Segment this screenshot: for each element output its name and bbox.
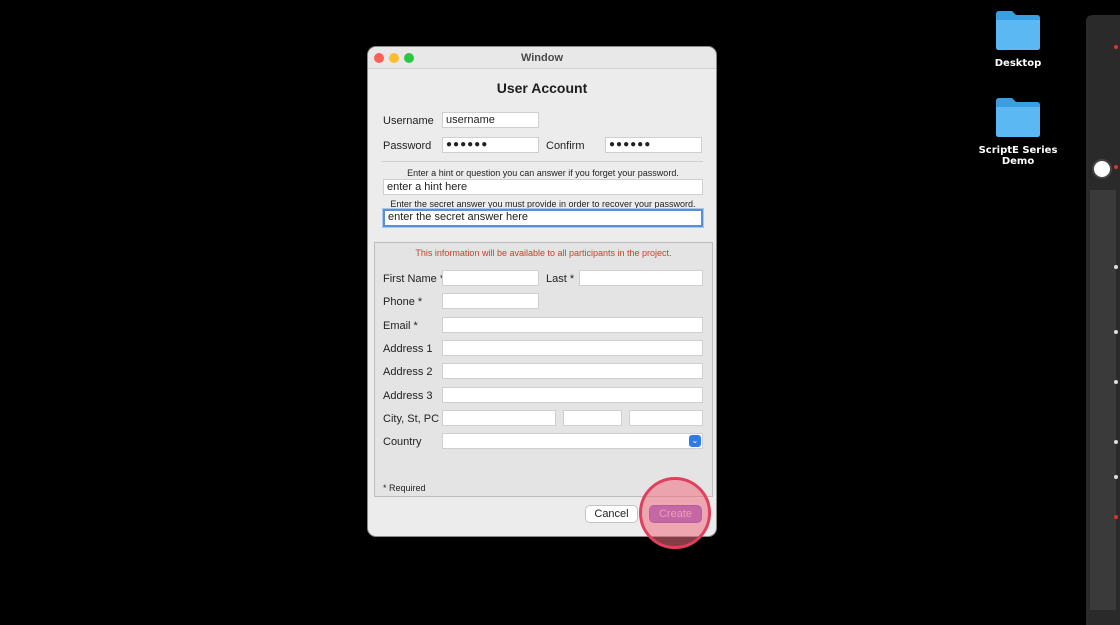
first-name-input[interactable] (442, 270, 539, 286)
scripte-folder-label: ScriptE Series Demo (978, 145, 1058, 167)
window-title: Window (520, 52, 564, 64)
email-input[interactable] (442, 317, 703, 333)
secret-answer-input[interactable]: enter the secret answer here (383, 209, 703, 227)
answer-prompt: Enter the secret answer you must provide… (390, 199, 696, 209)
dock-indicator-icon (1114, 165, 1118, 169)
dock-indicator-icon (1114, 440, 1118, 444)
dock-indicator-icon (1114, 380, 1118, 384)
user-account-window: Window User Account Username username Pa… (367, 46, 717, 537)
first-name-label: First Name * (383, 273, 445, 285)
title-bar[interactable]: Window (368, 47, 716, 69)
phone-input[interactable] (442, 293, 539, 309)
scripte-series-demo-folder[interactable]: ScriptE Series Demo (963, 95, 1073, 167)
last-name-label: Last * (546, 273, 575, 285)
participant-info-group: This information will be available to al… (374, 242, 713, 497)
visibility-notice: This information will be available to al… (415, 248, 672, 258)
folder-icon (996, 98, 1040, 137)
required-note: * Required (383, 483, 426, 493)
desktop-folder-label: Desktop (994, 58, 1042, 69)
desktop-folder[interactable]: Desktop (963, 8, 1073, 69)
phone-label: Phone * (383, 296, 423, 308)
folder-icon (996, 11, 1040, 50)
postal-code-input[interactable] (629, 410, 703, 426)
hint-input[interactable]: enter a hint here (383, 179, 703, 195)
clock-icon[interactable] (1092, 159, 1112, 179)
dock (1086, 15, 1120, 625)
address3-label: Address 3 (383, 390, 433, 402)
dock-indicator-icon (1114, 330, 1118, 334)
address3-input[interactable] (442, 387, 703, 403)
dock-indicator-icon (1114, 475, 1118, 479)
username-input[interactable]: username (442, 112, 539, 128)
last-name-input[interactable] (579, 270, 703, 286)
address1-label: Address 1 (383, 343, 433, 355)
hint-prompt: Enter a hint or question you can answer … (407, 168, 679, 178)
country-label: Country (383, 436, 422, 448)
dock-indicator-icon (1114, 45, 1118, 49)
city-input[interactable] (442, 410, 556, 426)
state-input[interactable] (563, 410, 622, 426)
email-label: Email * (383, 320, 418, 332)
dock-stripe (1090, 190, 1116, 610)
chevron-down-icon: ⌄ (689, 435, 701, 447)
address2-label: Address 2 (383, 366, 433, 378)
city-st-pc-label: City, St, PC (383, 413, 440, 425)
password-input[interactable]: ●●●●●● (442, 137, 539, 153)
dock-indicator-icon (1114, 265, 1118, 269)
separator (382, 161, 703, 162)
country-select[interactable]: ⌄ (442, 433, 703, 449)
dock-indicator-icon (1114, 515, 1118, 519)
page-title: User Account (496, 80, 588, 96)
password-label: Password (383, 140, 432, 152)
username-label: Username (383, 115, 434, 127)
confirm-password-input[interactable]: ●●●●●● (605, 137, 702, 153)
create-button[interactable]: Create (649, 505, 702, 523)
cancel-button[interactable]: Cancel (585, 505, 638, 523)
address1-input[interactable] (442, 340, 703, 356)
address2-input[interactable] (442, 363, 703, 379)
confirm-label: Confirm (546, 140, 585, 152)
